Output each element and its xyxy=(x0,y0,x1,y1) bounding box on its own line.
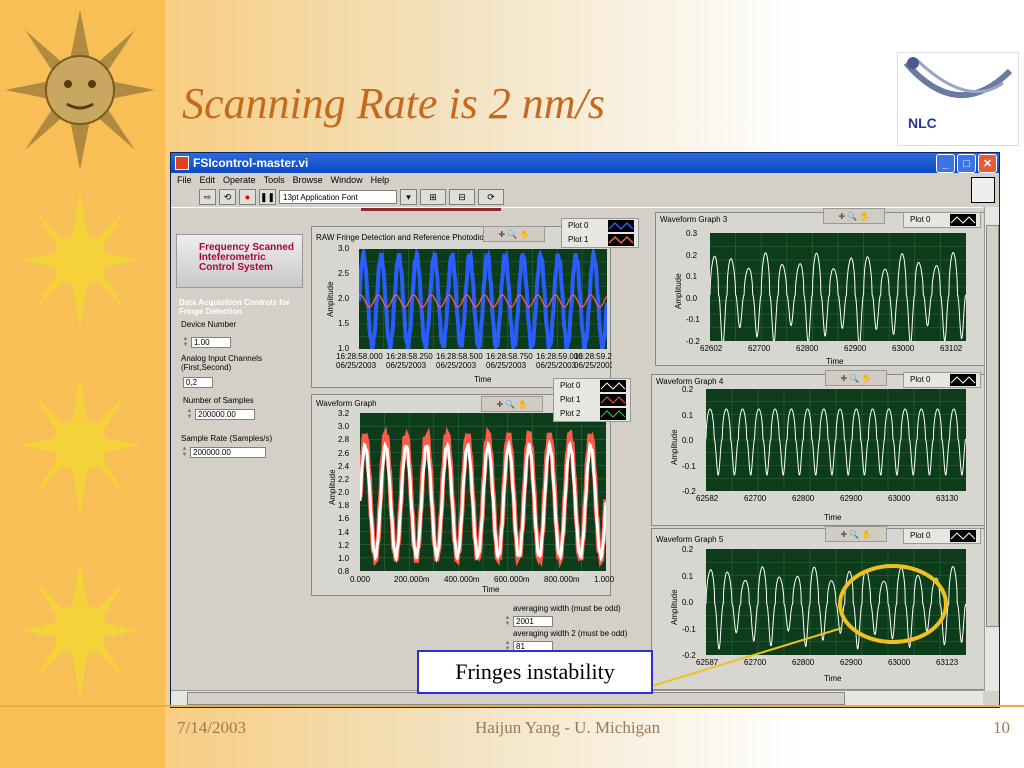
footer-divider xyxy=(0,705,1024,707)
footer-author: Haijun Yang - U. Michigan xyxy=(475,718,661,737)
annotation-box: Fringes instability xyxy=(417,650,653,694)
footer-page: 10 xyxy=(993,718,1010,737)
footer-date: 7/14/2003 xyxy=(177,718,246,737)
